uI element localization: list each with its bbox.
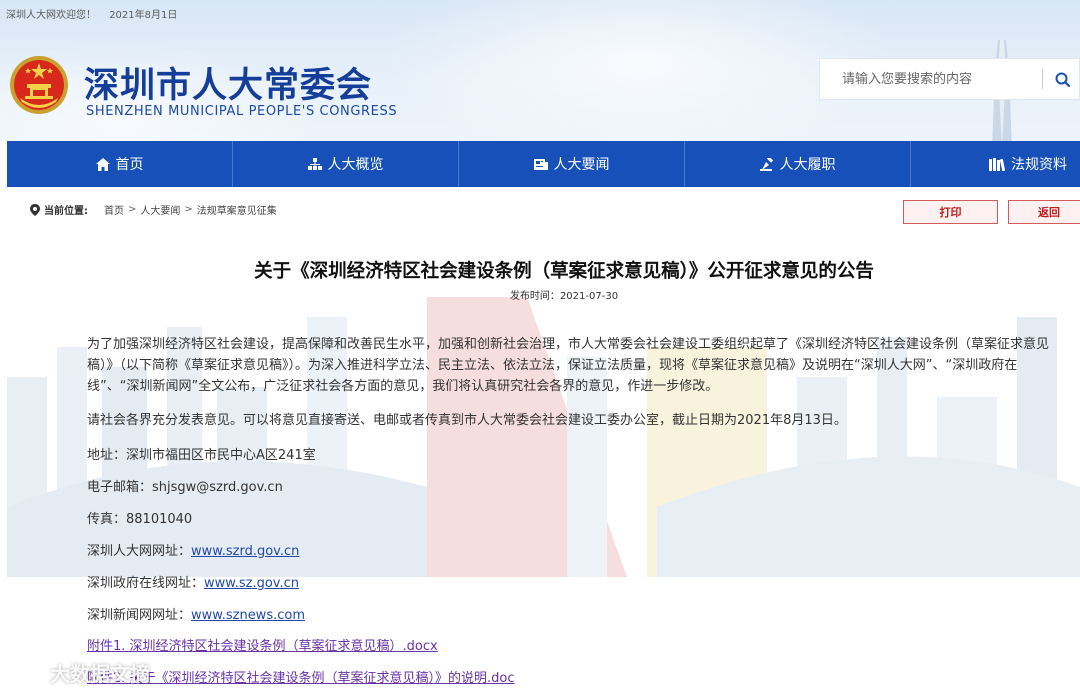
nav-item-label: 人大概览 [327,157,384,173]
email-line: 电子邮箱：shjsgw@szrd.gov.cn [87,476,283,495]
sz-gov-link-label: 深圳政府在线网址： [87,576,205,591]
search-icon[interactable] [1054,71,1072,89]
publish-date-value: 2021-07-30 [559,291,619,302]
sznews-link-line: 深圳新闻网网址：www.sznews.com [87,604,305,623]
fax-label: 传真： [87,512,127,527]
news-icon [533,158,548,170]
address-line: 地址：深圳市福田区市民中心A区241室 [87,444,316,463]
site-title: 深圳市人大常委会 [84,66,373,106]
breadcrumb-item-news[interactable]: 人大要闻 [140,202,180,217]
paragraph-text: 为了加强深圳经济特区社会建设，提高保障和改善民生水平，加强和创新社会治理，市人大… [87,337,1050,394]
watermark: 大数据文摘 [10,658,150,687]
email-label: 电子邮箱： [87,480,153,495]
szrd-link-label: 深圳人大网网址： [87,544,192,559]
address-label: 地址： [87,448,127,463]
publish-date: 发布时间：2021-07-30 [0,287,1080,302]
national-emblem-icon [10,56,68,114]
attachment-1-link[interactable]: 附件1. 深圳经济特区社会建设条例（草案征求意见稿）.docx [87,635,438,654]
wechat-logo-icon [10,659,44,685]
szrd-link-line: 深圳人大网网址：www.szrd.gov.cn [87,540,299,559]
nav-item-overview[interactable]: 人大概览 [233,141,459,187]
breadcrumb: 当前位置: 首页 > 人大要闻 > 法规草案意见征集 [30,202,277,217]
current-date: 2021年8月1日 [109,10,178,21]
search-input[interactable] [820,59,1040,99]
watermark-text: 大数据文摘 [50,662,150,686]
city-skyline-background [7,297,1080,577]
sznews-link[interactable]: www.sznews.com [191,608,305,623]
address-value: 深圳市福田区市民中心A区241室 [126,448,316,463]
fax-value: 88101040 [126,512,193,527]
main-nav: 首页 人大概览 人大要闻 人大履职 法规资料 [7,141,1080,187]
article-title: 关于《深圳经济特区社会建设条例（草案征求意见稿）》公开征求意见的公告 [254,261,874,282]
nav-item-laws[interactable]: 法规资料 [911,141,1080,187]
article-paragraph-1: 为了加强深圳经济特区社会建设，提高保障和改善民生水平，加强和创新社会治理，市人大… [87,334,1059,397]
fax-line: 传真：88101040 [87,508,192,527]
sznews-link-label: 深圳新闻网网址： [87,608,192,623]
breadcrumb-label: 当前位置: [44,206,88,217]
books-icon [989,157,1005,171]
nav-item-label: 人大要闻 [553,157,610,173]
breadcrumb-item-home[interactable]: 首页 [104,202,124,217]
sz-gov-link-line: 深圳政府在线网址：www.sz.gov.cn [87,572,299,591]
publish-date-label: 发布时间： [509,291,560,302]
nav-item-label: 法规资料 [1011,157,1067,173]
szrd-link[interactable]: www.szrd.gov.cn [191,544,299,559]
nav-item-label: 人大履职 [779,157,836,173]
location-pin-icon [30,203,40,216]
duty-icon [759,157,773,171]
welcome-text: 深圳人大网欢迎您！ [6,10,96,21]
top-info-line: 深圳人大网欢迎您！ 2021年8月1日 [6,6,187,21]
search-box [819,58,1080,100]
email-value: shjsgw@szrd.gov.cn [152,480,283,495]
nav-item-duty[interactable]: 人大履职 [685,141,911,187]
print-button[interactable]: 打印 [903,200,998,224]
organization-icon [307,157,322,170]
nav-item-news[interactable]: 人大要闻 [459,141,685,187]
back-button[interactable]: 返回 [1008,200,1080,224]
attachment-2-link[interactable]: 附件2. 关于《深圳经济特区社会建设条例（草案征求意见稿）》的说明.doc [87,667,515,686]
nav-item-label: 首页 [115,157,144,173]
nav-item-home[interactable]: 首页 [7,141,233,187]
sz-gov-link[interactable]: www.sz.gov.cn [204,576,299,591]
article-paragraph-2: 请社会各界充分发表意见。可以将意见直接寄送、电邮或者传真到市人大常委会社会建设工… [87,413,847,428]
breadcrumb-item-draft-laws[interactable]: 法规草案意见征集 [197,202,277,217]
home-icon [95,157,110,171]
site-subtitle: SHENZHEN MUNICIPAL PEOPLE'S CONGRESS [86,104,398,119]
